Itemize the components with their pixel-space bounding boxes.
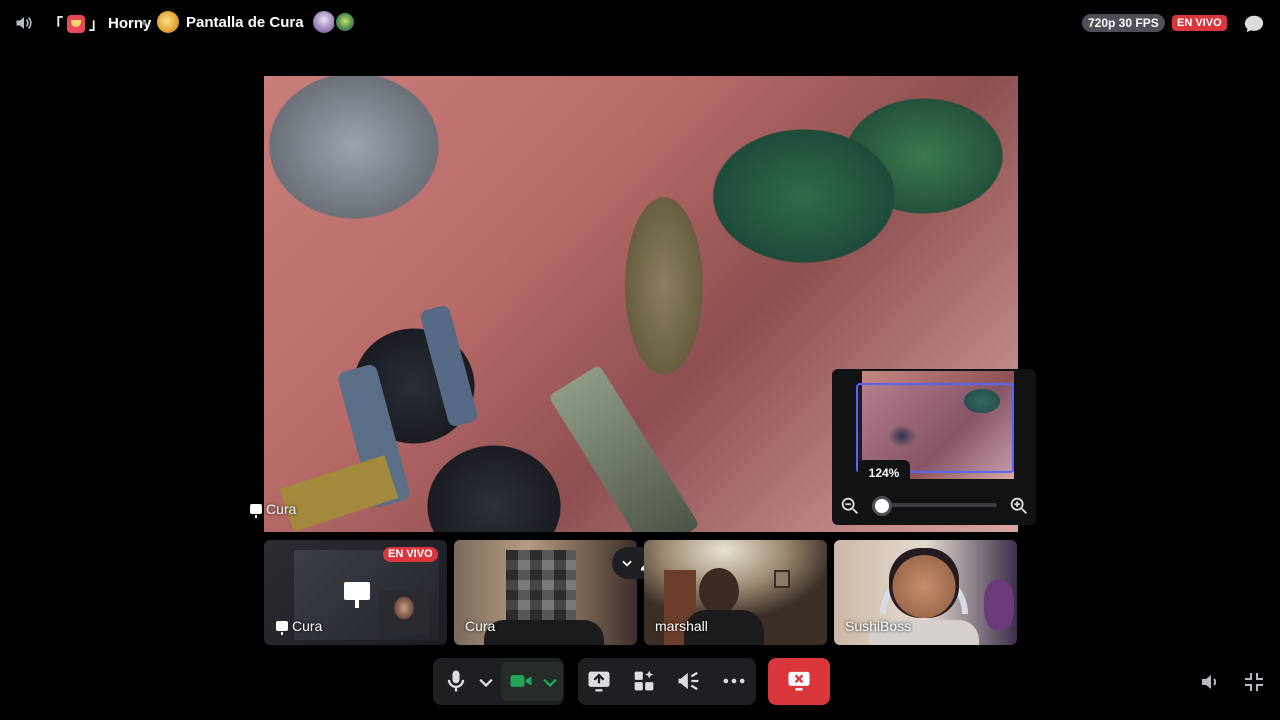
volume-icon[interactable] — [1198, 670, 1222, 694]
channel-emoji-icon — [67, 14, 86, 33]
person-body — [484, 620, 604, 645]
channel-bracket-close: 」 — [89, 16, 105, 33]
tile-name: SushiBoss — [845, 618, 912, 634]
tile-name: Cura — [292, 618, 323, 634]
tile-name: Cura — [465, 618, 496, 634]
stream-title: Pantalla de Cura — [186, 13, 304, 31]
tile-name: marshall — [655, 618, 708, 634]
zoom-preview-panel — [832, 369, 1036, 525]
microphone-icon[interactable] — [442, 667, 470, 695]
main-stream-name: Cura — [266, 501, 297, 517]
tile-name-tag: Cura — [276, 618, 323, 635]
screen-share-icon — [276, 621, 288, 635]
speaker-icon[interactable] — [14, 13, 34, 33]
stream-quality-badge: 720p 30 FPS — [1082, 14, 1165, 32]
live-badge: EN VIVO — [1172, 15, 1227, 31]
activities-icon[interactable] — [630, 667, 658, 695]
more-icon[interactable] — [720, 667, 748, 695]
stream-title-group[interactable]: Pantalla de Cura — [157, 11, 356, 33]
disconnect-icon[interactable] — [785, 666, 813, 694]
screen-share-icon — [250, 504, 262, 518]
viewer-avatar[interactable] — [333, 11, 356, 33]
person-face — [889, 548, 959, 618]
screen-share-icon — [344, 582, 370, 608]
collapse-icon[interactable] — [1242, 670, 1266, 694]
channel-bracket-open: 「 — [48, 16, 64, 33]
background-object — [984, 580, 1014, 630]
top-bar: 「 」 Horny Pantalla de Cura 720p 30 FPS E… — [0, 0, 1280, 46]
tile-name-tag: marshall — [655, 618, 708, 634]
zoom-slider-handle[interactable] — [872, 496, 892, 516]
tile-name-tag: SushiBoss — [845, 618, 911, 634]
zoom-slider-track[interactable] — [885, 503, 997, 507]
background-frame — [774, 570, 790, 588]
tile-name-tag: Cura — [465, 618, 495, 634]
main-stream-name-tag: Cura — [250, 501, 297, 518]
viewer-avatar[interactable] — [312, 11, 335, 33]
soundboard-icon[interactable] — [675, 667, 703, 695]
pixelated-face — [506, 550, 576, 620]
chevron-down-icon — [622, 560, 632, 567]
zoom-level-tooltip: 124% — [858, 460, 910, 486]
separator-dot — [142, 21, 146, 25]
chevron-down-icon[interactable] — [472, 668, 500, 696]
person-face — [699, 568, 739, 614]
live-badge: EN VIVO — [383, 547, 438, 562]
streamer-avatar — [157, 11, 179, 33]
zoom-in-icon[interactable] — [1008, 495, 1030, 517]
screen-share-icon[interactable] — [585, 667, 613, 695]
webcam-preview — [379, 590, 429, 635]
video-camera-icon[interactable] — [507, 667, 535, 695]
chevron-down-icon[interactable] — [536, 668, 564, 696]
channel-name[interactable]: 「 」 Horny — [48, 13, 151, 34]
zoom-out-icon[interactable] — [839, 495, 861, 517]
chat-bubble-icon[interactable] — [1243, 13, 1265, 35]
